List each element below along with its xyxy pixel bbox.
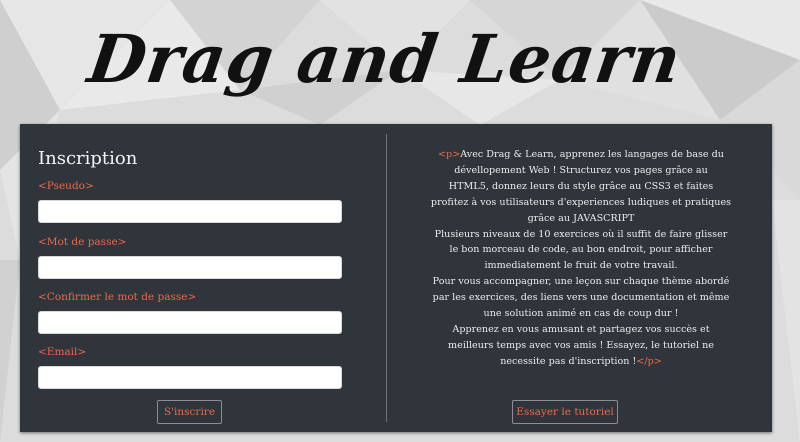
intro-line: profitez à vos utilisateurs d'experience…	[430, 196, 732, 208]
intro-line: grâce au JAVASCRIPT	[527, 212, 635, 224]
open-p-tag: <p>	[438, 149, 461, 160]
intro-line: Plusieurs niveaux de 10 exercices où il …	[434, 228, 728, 240]
intro-line: dévellopement Web ! Structurez vos pages…	[454, 164, 708, 176]
main-panel: Inscription <Pseudo> <Mot de passe> <Con…	[20, 124, 772, 432]
intro-line: le bon morceau de code, au bon endroit, …	[449, 244, 713, 256]
form-title: Inscription	[38, 148, 138, 169]
try-tutorial-button[interactable]: Essayer le tutoriel	[512, 400, 618, 424]
confirm-password-label: <Confirmer le mot de passe>	[38, 291, 197, 303]
password-label: <Mot de passe>	[38, 236, 127, 248]
intro-line: par les exercices, des liens vers une do…	[432, 292, 730, 304]
intro-line: meilleurs temps avec vos amis ! Essayez,…	[448, 339, 714, 351]
intro-line: necessite pas d'inscription !	[500, 355, 637, 367]
logo-text: Drag and Learn	[83, 20, 687, 98]
close-p-tag: </p>	[636, 355, 662, 367]
pseudo-input[interactable]	[38, 200, 342, 223]
intro-line: une solution animé en cas de coup dur !	[483, 308, 679, 320]
email-input[interactable]	[38, 366, 342, 389]
intro-line: Avec Drag & Learn, apprenez les langages…	[460, 149, 724, 160]
signup-button[interactable]: S'inscrire	[157, 400, 222, 424]
confirm-password-input[interactable]	[38, 311, 342, 334]
intro-line: Pour vous accompagner, une leçon sur cha…	[432, 276, 730, 288]
intro-text: <p>Avec Drag & Learn, apprenez les langa…	[412, 147, 750, 370]
intro-line: immediatement le fruit de votre travail.	[484, 260, 678, 272]
vertical-divider	[386, 134, 387, 422]
intro-line: HTML5, donnez leurs du style grâce au CS…	[448, 180, 714, 192]
pseudo-label: <Pseudo>	[38, 180, 94, 192]
email-label: <Email>	[38, 346, 87, 358]
password-input[interactable]	[38, 256, 342, 279]
intro-line: Apprenez en vous amusant et partagez vos…	[452, 323, 710, 335]
logo: Drag and Learn	[84, 0, 687, 118]
